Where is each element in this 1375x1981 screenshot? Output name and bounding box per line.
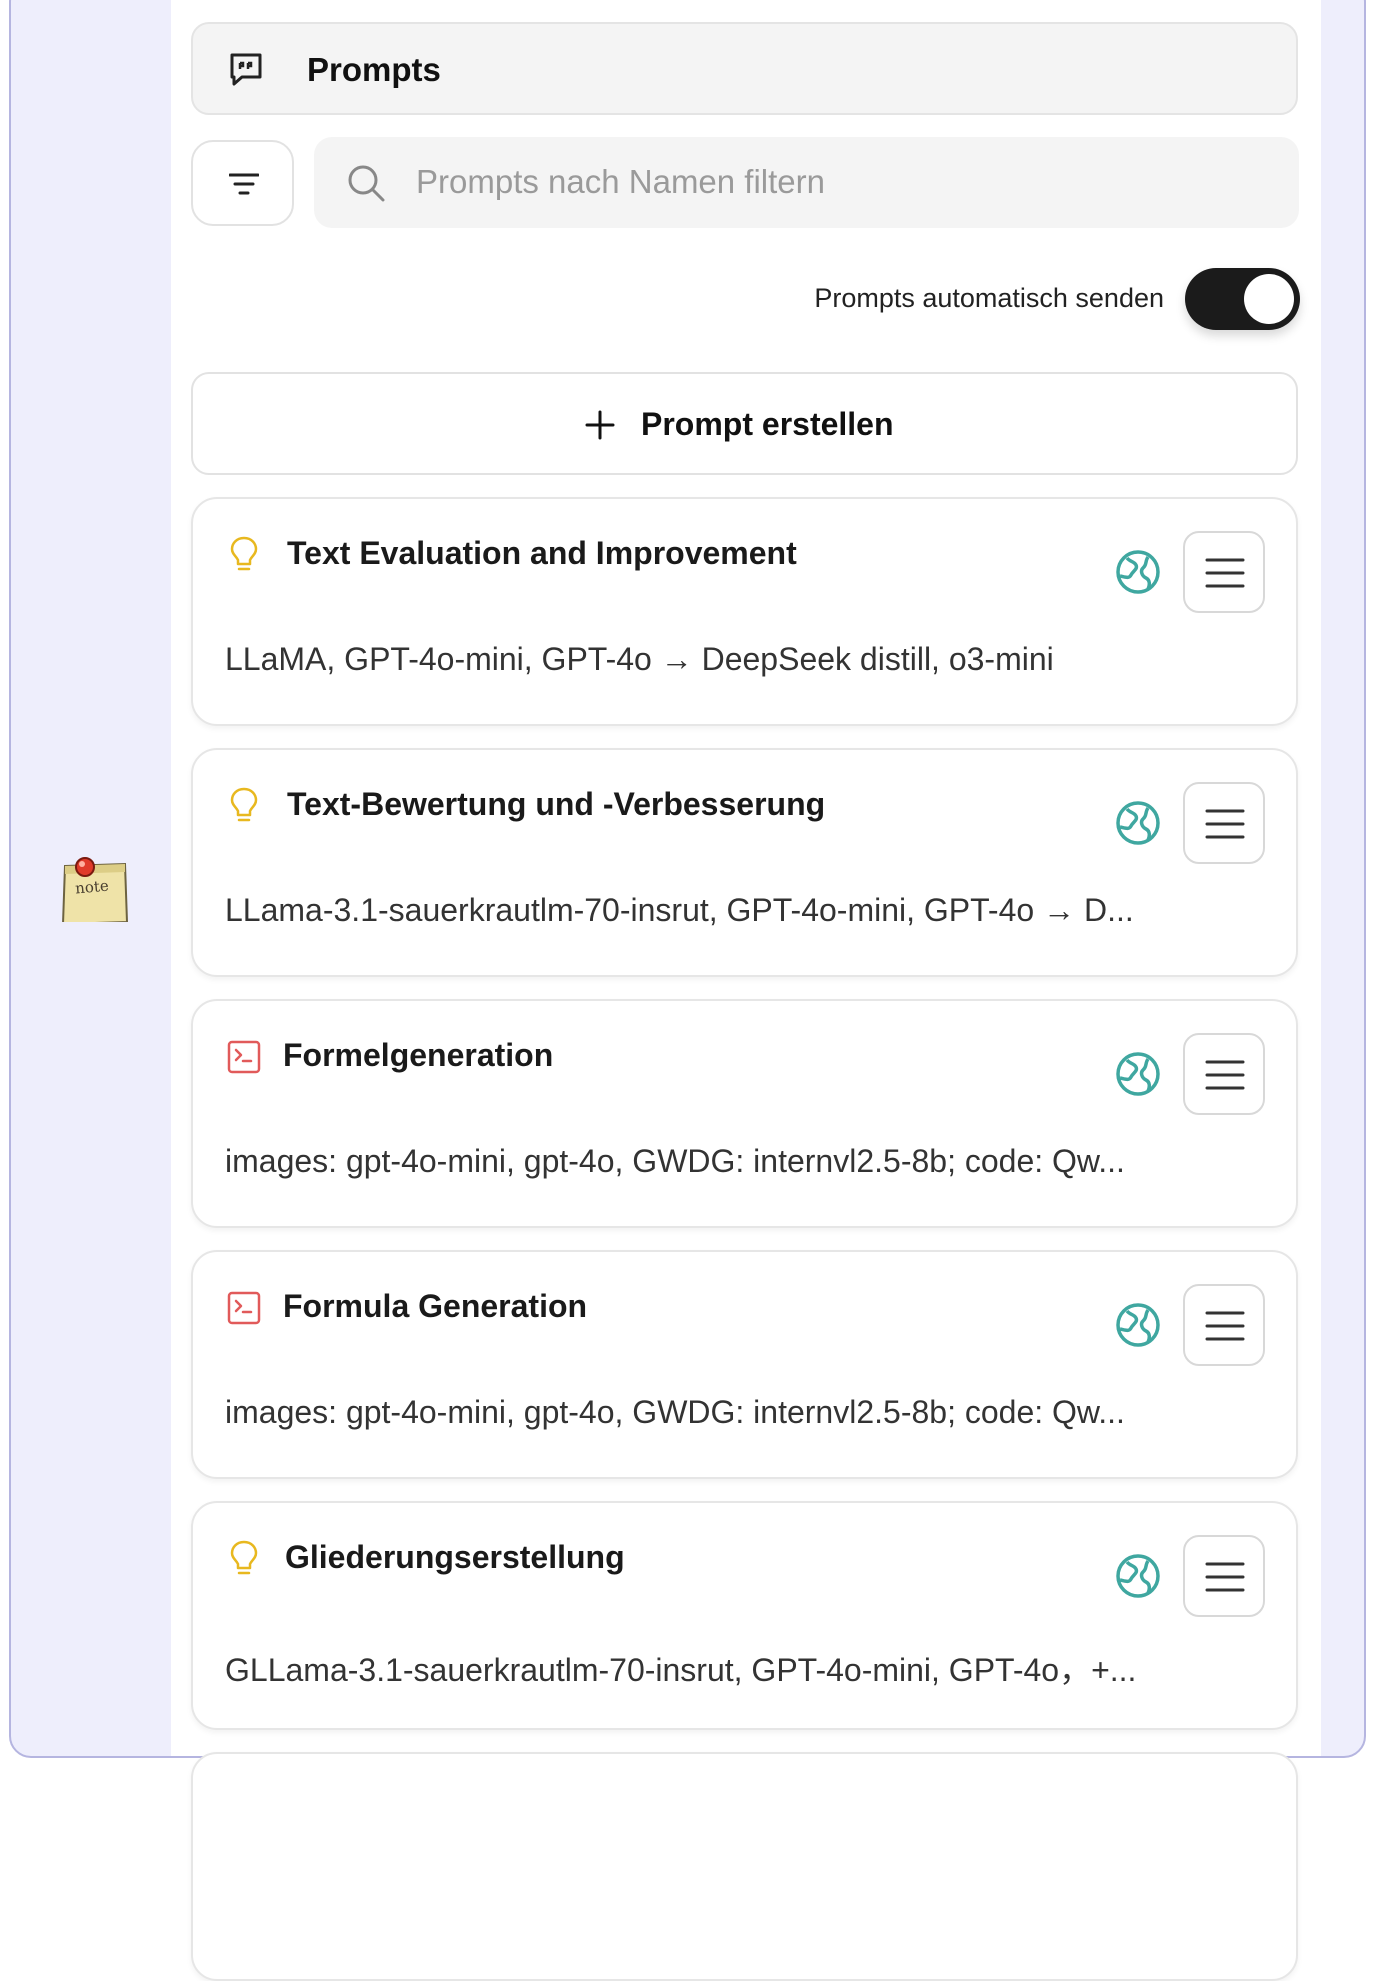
terminal-icon <box>227 1291 261 1325</box>
hamburger-menu-icon <box>1205 1562 1245 1592</box>
prompt-title: Formula Generation <box>283 1288 588 1324</box>
hamburger-menu-icon <box>1205 809 1245 839</box>
auto-send-row: Prompts automatisch senden <box>680 268 1300 330</box>
lightbulb-icon <box>230 536 258 571</box>
globe-icon <box>1116 550 1160 594</box>
plus-icon <box>585 410 615 440</box>
prompt-card[interactable] <box>191 1752 1298 1981</box>
lightbulb-icon <box>230 1540 258 1575</box>
globe-icon <box>1116 1303 1160 1347</box>
prompt-description: LLama-3.1-sauerkrautlm-70-insrut, GPT-4o… <box>225 892 1134 928</box>
terminal-icon <box>227 1040 261 1074</box>
prompt-menu-button[interactable] <box>1183 1284 1265 1366</box>
hamburger-menu-icon <box>1205 1060 1245 1090</box>
auto-send-label: Prompts automatisch senden <box>814 283 1164 313</box>
globe-icon <box>1116 1052 1160 1096</box>
prompt-description: images: gpt-4o-mini, gpt-4o, GWDG: inter… <box>225 1143 1125 1179</box>
prompt-card[interactable]: Text-Bewertung und -Verbesserung LLama-3… <box>191 748 1298 977</box>
toggle-knob <box>1244 274 1294 324</box>
auto-send-toggle[interactable] <box>1185 268 1300 330</box>
prompt-card[interactable]: Formula Generation images: gpt-4o-mini, … <box>191 1250 1298 1479</box>
hamburger-menu-icon <box>1205 558 1245 588</box>
filter-icon <box>229 173 259 195</box>
prompt-menu-button[interactable] <box>1183 1033 1265 1115</box>
prompt-card[interactable]: Gliederungserstellung GLLama-3.1-sauerkr… <box>191 1501 1298 1730</box>
prompt-menu-button[interactable] <box>1183 531 1265 613</box>
prompt-menu-button[interactable] <box>1183 1535 1265 1617</box>
prompt-title: Text Evaluation and Improvement <box>287 535 797 571</box>
prompt-description: images: gpt-4o-mini, gpt-4o, GWDG: inter… <box>225 1394 1125 1430</box>
prompt-title: Formelgeneration <box>283 1037 554 1073</box>
prompt-card[interactable]: Text Evaluation and Improvement LLaMA, G… <box>191 497 1298 726</box>
search-icon <box>348 165 385 202</box>
prompt-card[interactable]: Formelgeneration images: gpt-4o-mini, gp… <box>191 999 1298 1228</box>
prompts-header: Prompts <box>191 22 1298 115</box>
create-prompt-button[interactable]: Prompt erstellen <box>191 372 1298 475</box>
prompt-title: Text-Bewertung und -Verbesserung <box>287 786 826 822</box>
prompt-menu-button[interactable] <box>1183 782 1265 864</box>
globe-icon <box>1116 1554 1160 1598</box>
search-input[interactable] <box>416 155 1276 209</box>
lightbulb-icon <box>230 787 258 822</box>
globe-icon <box>1116 801 1160 845</box>
prompt-description: LLaMA, GPT-4o-mini, GPT-4o → DeepSeek di… <box>225 641 1054 677</box>
prompt-description: GLLama-3.1-sauerkrautlm-70-insrut, GPT-4… <box>225 1652 1137 1688</box>
hamburger-menu-icon <box>1205 1311 1245 1341</box>
search-box <box>314 137 1299 228</box>
filter-button[interactable] <box>191 140 294 226</box>
desktop-note[interactable]: note <box>57 836 133 926</box>
speech-bubble-quote-icon <box>230 53 262 86</box>
create-prompt-label: Prompt erstellen <box>641 406 894 442</box>
page-title: Prompts <box>307 51 441 88</box>
prompt-title: Gliederungserstellung <box>285 1539 625 1575</box>
